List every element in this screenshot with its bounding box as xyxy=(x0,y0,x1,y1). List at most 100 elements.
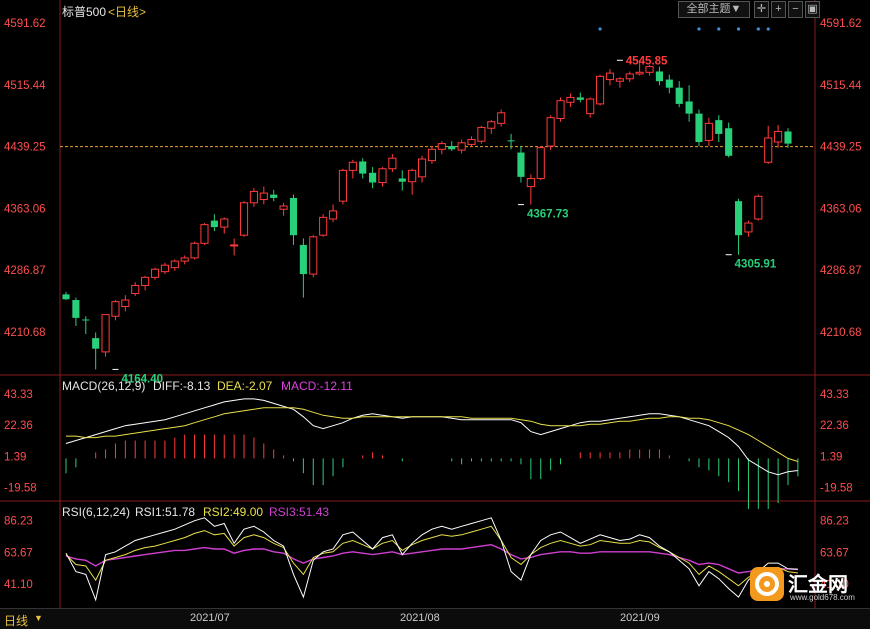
stock-chart[interactable]: 4591.62 4591.62 4515.44 4515.44 4439.25 4439.… xyxy=(0,0,870,628)
candle-body xyxy=(576,97,584,100)
rsi-tick-label-right: 63.67 xyxy=(820,547,849,559)
signal-dot xyxy=(766,27,770,31)
candle-body xyxy=(734,201,743,236)
zoom-in-icon[interactable]: + xyxy=(771,1,786,18)
candle-body xyxy=(348,161,357,171)
candle-body xyxy=(230,244,239,247)
candle xyxy=(101,314,110,357)
candle-body xyxy=(625,73,634,80)
rsi-tick-label-left: 41.10 xyxy=(4,579,33,591)
zoom-out-icon[interactable]: − xyxy=(788,1,803,18)
price-tick-label-right: 4439.25 xyxy=(820,142,862,154)
candle-body xyxy=(417,158,427,178)
candle-body xyxy=(448,146,456,150)
candle-body xyxy=(437,143,446,150)
candle-body xyxy=(378,168,387,184)
watermark-url: www.gold678.com xyxy=(790,593,855,602)
price-tick-label-right: 4286.87 xyxy=(820,265,862,277)
candle-body xyxy=(704,122,713,141)
candle-body xyxy=(309,236,318,275)
candle-body xyxy=(507,140,515,142)
chart-title: 标普500 xyxy=(62,5,107,19)
crosshair-icon[interactable]: ✛ xyxy=(754,1,769,18)
candle-body xyxy=(101,314,110,353)
rsi3-label: RSI3:51.43 xyxy=(269,505,330,519)
candle-body xyxy=(754,195,763,220)
candle xyxy=(695,109,703,147)
macd-tick-label-right: 22.36 xyxy=(820,420,849,432)
macd-tick-label-left: -19.58 xyxy=(4,482,37,494)
watermark-logo: 汇金网 www.gold678.com xyxy=(750,565,860,605)
candle-body xyxy=(655,71,663,82)
candle xyxy=(546,115,555,151)
macd-dea-label: DEA:-2.07 xyxy=(217,379,273,393)
candle-body xyxy=(141,276,150,286)
candle-body xyxy=(328,210,338,220)
rsi-tick-label-left: 63.67 xyxy=(4,547,33,559)
macd-tick-label-right: -19.58 xyxy=(820,482,853,494)
candle-body xyxy=(725,128,733,156)
price-tick-label-left: 4210.68 xyxy=(4,327,46,339)
rsi1-label: RSI1:51.78 xyxy=(135,505,196,519)
candle-body xyxy=(526,177,535,188)
chevron-down-icon[interactable]: ▼ xyxy=(34,613,43,623)
candle-body xyxy=(398,178,406,182)
signal-dot xyxy=(697,27,701,31)
candle xyxy=(596,74,605,106)
macd-value-label: MACD:-12.11 xyxy=(281,379,353,393)
rsi-tick-label-right: 86.23 xyxy=(820,515,849,527)
candle-body xyxy=(744,222,753,233)
candle-body xyxy=(457,142,466,151)
candle-body xyxy=(427,148,437,162)
candle-body xyxy=(487,121,496,129)
candle-body xyxy=(210,220,218,228)
candle-body xyxy=(784,131,792,144)
price-tick-label-right: 4363.06 xyxy=(820,203,862,215)
month-label: 2021/07 xyxy=(190,612,230,624)
candle xyxy=(200,223,209,245)
macd-label: MACD(26,12,9) xyxy=(62,379,146,393)
candle-body xyxy=(665,79,673,88)
candle-body xyxy=(685,101,693,114)
macd-tick-label-left: 1.39 xyxy=(4,451,26,463)
candle-body xyxy=(359,161,367,174)
price-tick-label-left: 4591.62 xyxy=(4,18,46,30)
rsi2-label: RSI2:49.00 xyxy=(203,505,264,519)
candle-body xyxy=(467,139,476,145)
candle-body xyxy=(536,147,545,179)
extreme-value-label: 4367.73 xyxy=(527,209,569,221)
candle-body xyxy=(170,260,179,269)
candle-body xyxy=(239,202,249,236)
candle-body xyxy=(150,268,160,278)
signal-dot xyxy=(736,27,741,31)
candle-body xyxy=(111,301,120,317)
signal-dot xyxy=(756,27,760,31)
period-selector[interactable]: 日线 xyxy=(4,612,28,629)
price-tick-label-right: 4515.44 xyxy=(820,80,862,92)
candle-body xyxy=(566,96,575,103)
settings-icon[interactable]: ▣ xyxy=(805,1,820,18)
candle-body xyxy=(160,264,169,273)
candle-body xyxy=(605,72,615,81)
candle-body xyxy=(72,300,80,318)
candle-body xyxy=(180,257,189,262)
candle xyxy=(190,241,199,260)
rsi-tick-label-left: 86.23 xyxy=(4,515,33,527)
candle-body xyxy=(388,157,397,170)
price-tick-label-left: 4286.87 xyxy=(4,265,46,277)
candle-body xyxy=(62,294,70,300)
macd-tick-label-left: 43.33 xyxy=(4,389,33,401)
candle xyxy=(338,168,347,205)
main-indicator-dropdown[interactable]: 全部主题▼ xyxy=(678,1,750,18)
candle-body xyxy=(299,244,307,275)
candle-body xyxy=(200,224,209,244)
candle-body xyxy=(270,194,278,198)
candle-body xyxy=(121,299,130,308)
candle-body xyxy=(477,126,486,142)
macd-diff-label: DIFF:-8.13 xyxy=(153,379,211,393)
candle-body xyxy=(675,87,683,104)
candle-body xyxy=(131,284,140,295)
candle-body xyxy=(338,169,347,202)
candle xyxy=(754,194,763,221)
chart-background xyxy=(0,0,870,608)
